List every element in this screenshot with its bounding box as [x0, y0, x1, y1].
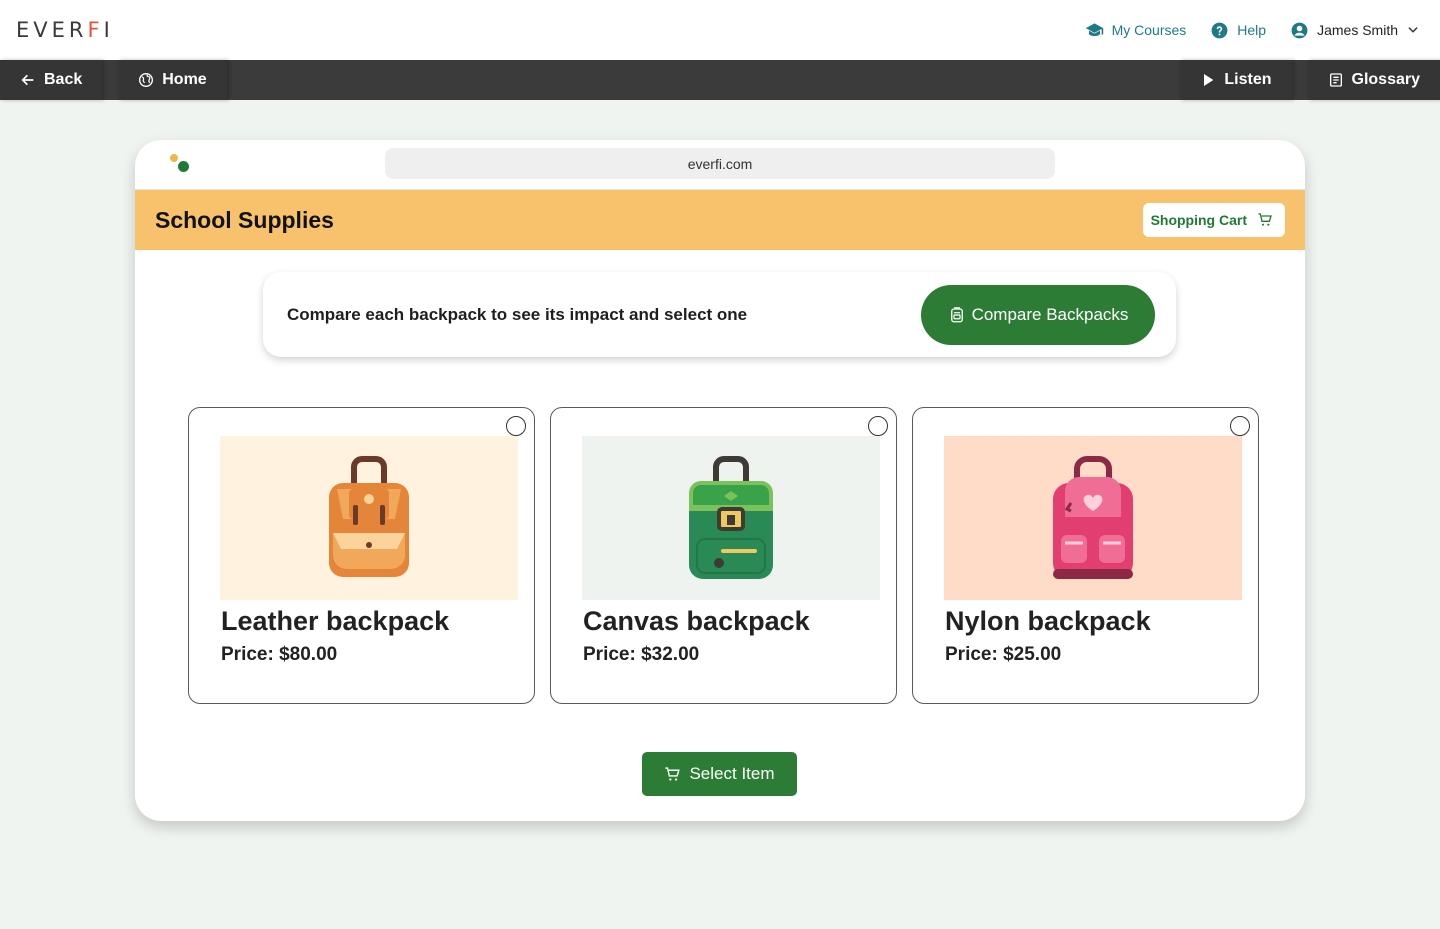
shopping-cart-label: Shopping Cart: [1150, 212, 1247, 228]
top-header: EVERFI My Courses Help James Smith: [0, 0, 1440, 60]
instruction-panel: Compare each backpack to see its impact …: [263, 272, 1176, 357]
graduation-cap-icon: [1085, 22, 1103, 36]
product-card-canvas[interactable]: Canvas backpack Price: $32.00: [550, 407, 897, 704]
user-menu[interactable]: James Smith: [1290, 21, 1420, 40]
product-name: Nylon backpack: [945, 606, 1151, 636]
nav-left: Back Home: [0, 60, 227, 100]
store-title: School Supplies: [155, 206, 334, 233]
nylon-backpack-icon: [1053, 456, 1133, 579]
arrow-left-icon: [21, 74, 34, 86]
product-image-canvas: [582, 436, 880, 600]
browser-window: everfi.com School Supplies Shopping Cart…: [135, 140, 1305, 821]
compare-backpacks-label: Compare Backpacks: [971, 304, 1129, 324]
select-radio-canvas[interactable]: [868, 416, 888, 436]
product-price: Price: $80.00: [221, 644, 338, 665]
book-icon: [1329, 73, 1342, 87]
leather-backpack-icon: [329, 456, 409, 577]
address-bar[interactable]: everfi.com: [385, 148, 1055, 179]
home-label: Home: [162, 71, 207, 88]
my-courses-link[interactable]: My Courses: [1085, 21, 1187, 40]
product-price: Price: $25.00: [945, 644, 1062, 665]
course-nav-bar: Back Home Listen Glossary: [0, 60, 1440, 100]
compare-backpacks-button[interactable]: Compare Backpacks: [921, 284, 1155, 345]
product-list: Leather backpack Price: $80.00 Canvas ba…: [188, 407, 1259, 704]
play-icon: [1204, 74, 1214, 86]
browser-dot-green: [178, 161, 189, 172]
glossary-label: Glossary: [1351, 71, 1420, 88]
product-card-nylon[interactable]: Nylon backpack Price: $25.00: [912, 407, 1259, 704]
product-name: Leather backpack: [221, 606, 450, 636]
globe-icon: [139, 73, 154, 87]
backpack-outline-icon: [950, 306, 963, 322]
help-label: Help: [1237, 22, 1267, 38]
help-circle-icon: [1211, 22, 1228, 38]
cart-icon: [1258, 213, 1272, 226]
select-item-button[interactable]: Select Item: [642, 752, 797, 796]
listen-button[interactable]: Listen: [1180, 60, 1292, 100]
user-avatar-icon: [1291, 22, 1308, 38]
nav-right: Listen Glossary: [1180, 60, 1440, 100]
my-courses-label: My Courses: [1111, 22, 1187, 38]
help-link[interactable]: Help: [1210, 21, 1266, 40]
shopping-cart-button[interactable]: Shopping Cart: [1142, 203, 1285, 237]
header-actions: My Courses Help James Smith: [1085, 21, 1420, 40]
select-radio-leather[interactable]: [506, 416, 526, 436]
product-name: Canvas backpack: [583, 606, 810, 636]
back-button[interactable]: Back: [0, 60, 103, 100]
product-image-nylon: [944, 436, 1242, 600]
browser-toolbar: everfi.com: [135, 140, 1305, 190]
cart-icon: [665, 766, 681, 781]
product-image-leather: [220, 436, 518, 600]
everfi-logo[interactable]: EVERFI: [16, 18, 114, 42]
browser-dot-yellow: [170, 154, 178, 162]
back-label: Back: [44, 71, 83, 88]
store-header: School Supplies Shopping Cart: [135, 190, 1305, 250]
glossary-button[interactable]: Glossary: [1307, 60, 1440, 100]
select-radio-nylon[interactable]: [1230, 416, 1250, 436]
chevron-down-icon: [1408, 27, 1418, 33]
user-name: James Smith: [1317, 22, 1398, 38]
canvas-backpack-icon: [689, 456, 773, 579]
listen-label: Listen: [1224, 71, 1272, 88]
home-button[interactable]: Home: [118, 60, 227, 100]
select-item-label: Select Item: [689, 764, 775, 783]
product-card-leather[interactable]: Leather backpack Price: $80.00: [188, 407, 535, 704]
instruction-text: Compare each backpack to see its impact …: [287, 304, 748, 324]
product-price: Price: $32.00: [583, 644, 700, 665]
